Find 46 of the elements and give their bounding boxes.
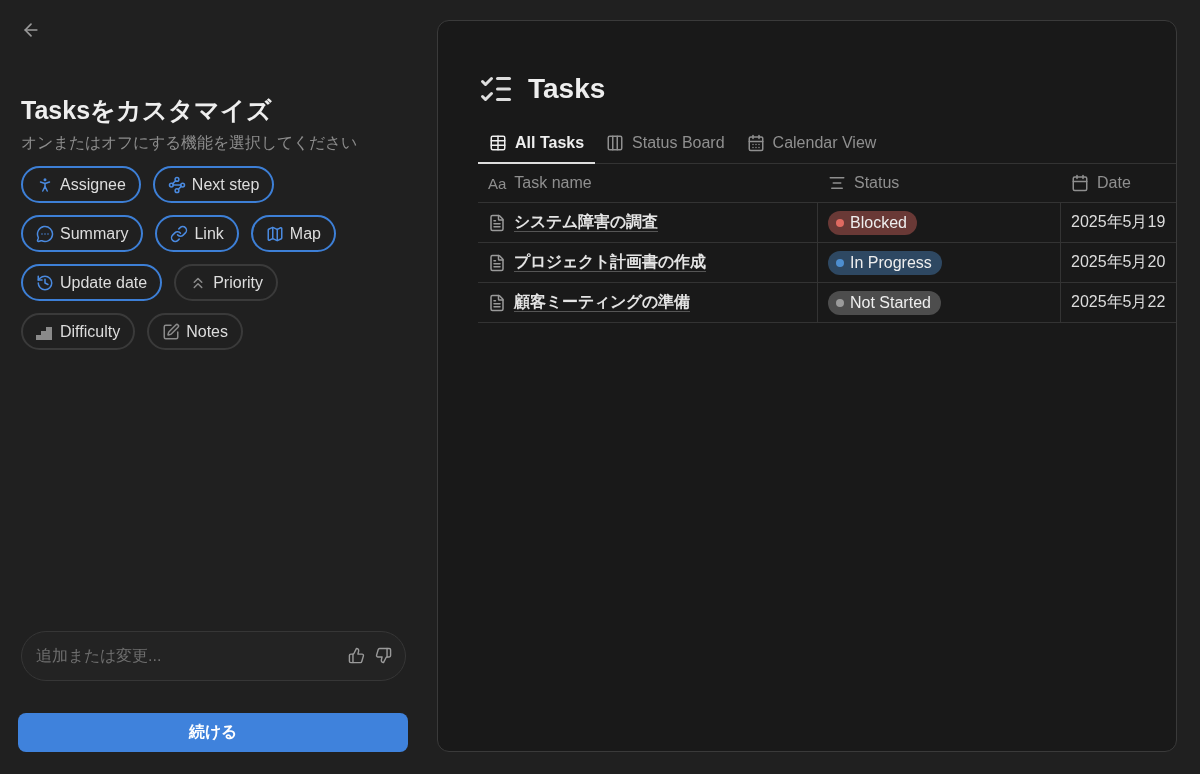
table-icon [489, 134, 507, 152]
column-header: Task name [514, 174, 592, 192]
page-icon [488, 213, 506, 232]
feature-toggle[interactable]: Summary [21, 215, 144, 252]
thumbs-down-icon[interactable] [375, 647, 392, 664]
view-tab[interactable]: Status Board [595, 127, 736, 164]
column-header: Status [854, 174, 900, 192]
feature-toggle[interactable]: Next step [152, 166, 275, 203]
text-type-icon: Aa [488, 174, 507, 192]
edit-icon [162, 322, 181, 341]
status-type-icon [828, 174, 846, 192]
thumbs-up-icon[interactable] [348, 647, 365, 664]
date-cell-text: 2025年5月22 [1071, 292, 1166, 312]
columns-icon [606, 134, 625, 152]
status-tag: Not Started [828, 290, 941, 315]
date-cell-text: 2025年5月20 [1071, 252, 1166, 272]
history-icon [36, 273, 54, 292]
view-tab[interactable]: All Tasks [478, 127, 596, 164]
panel-subtitle: オンまたはオフにする機能を選択してください [21, 133, 358, 153]
link-icon [170, 224, 189, 243]
task-name-link[interactable]: 顧客ミーティングの準備 [514, 292, 690, 313]
feature-toggle[interactable]: Link [155, 215, 239, 252]
page-icon [488, 253, 506, 272]
task-name-link[interactable]: システム障害の調査 [514, 212, 658, 233]
input-field[interactable]: 追加または変更... [21, 631, 406, 681]
database-title: Tasks [528, 73, 606, 105]
feature-toggle[interactable]: Assignee [21, 166, 141, 203]
map-icon [265, 224, 284, 243]
page-icon [488, 293, 506, 312]
chat-bubble-icon [36, 224, 54, 243]
route-icon [167, 175, 186, 194]
view-tab[interactable]: Calendar View [735, 127, 888, 164]
feature-toggle[interactable]: Difficulty [21, 313, 136, 350]
feature-toggle[interactable]: Update date [21, 264, 163, 301]
column-header: Date [1097, 174, 1131, 192]
date-cell-text: 2025年5月19 [1071, 212, 1166, 232]
calendar-icon [746, 134, 765, 152]
feature-toggle[interactable]: Priority [174, 264, 278, 301]
status-tag: Blocked [828, 210, 917, 235]
task-name-link[interactable]: プロジェクト計画書の作成 [514, 252, 706, 273]
status-tag: In Progress [828, 250, 942, 275]
continue-button[interactable]: 続ける [18, 713, 408, 752]
date-type-icon [1071, 174, 1089, 192]
feature-toggle[interactable]: Notes [147, 313, 243, 350]
panel-title: Tasksをカスタマイズ [21, 95, 274, 126]
feature-toggle[interactable]: Map [250, 215, 336, 252]
